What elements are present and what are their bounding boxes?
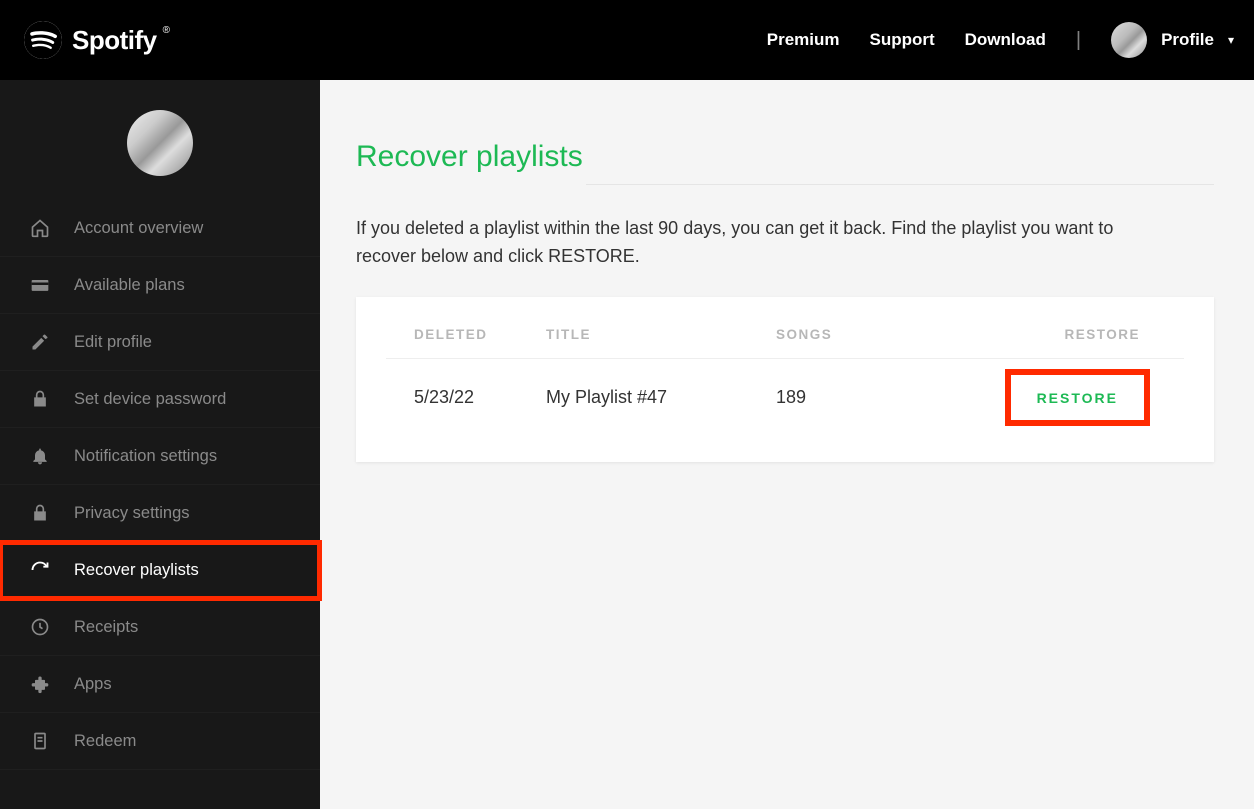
col-header-songs: SONGS (776, 327, 976, 342)
playlists-table: DELETED TITLE SONGS RESTORE 5/23/22 My P… (356, 297, 1214, 462)
sidebar-item-label: Privacy settings (74, 504, 190, 523)
receipt-icon (30, 731, 50, 751)
cell-restore: RESTORE (976, 379, 1184, 416)
sidebar-item-label: Notification settings (74, 447, 217, 466)
sidebar-item-receipts[interactable]: Receipts (0, 599, 320, 656)
sidebar-item-notification-settings[interactable]: Notification settings (0, 428, 320, 485)
sidebar-item-label: Available plans (74, 276, 185, 295)
nav-divider: | (1076, 29, 1081, 52)
table-row: 5/23/22 My Playlist #47 189 RESTORE (386, 379, 1184, 416)
sidebar-item-edit-profile[interactable]: Edit profile (0, 314, 320, 371)
avatar-large[interactable] (127, 110, 193, 176)
main-content: Recover playlists If you deleted a playl… (320, 80, 1254, 809)
restore-highlight: RESTORE (1015, 379, 1140, 416)
lock-icon (30, 503, 50, 523)
avatar (1111, 22, 1147, 58)
sidebar-item-label: Set device password (74, 390, 226, 409)
chevron-down-icon: ▾ (1228, 33, 1234, 47)
sidebar-item-redeem[interactable]: Redeem (0, 713, 320, 770)
table-header-divider (386, 358, 1184, 359)
sidebar-item-label: Recover playlists (74, 561, 199, 580)
sidebar-item-label: Apps (74, 675, 112, 694)
card-icon (30, 275, 50, 295)
cell-title: My Playlist #47 (546, 387, 776, 408)
top-header: Spotify ® Premium Support Download | Pro… (0, 0, 1254, 80)
spotify-logo[interactable]: Spotify ® (24, 21, 174, 59)
page-title: Recover playlists (356, 140, 1214, 174)
title-divider (586, 184, 1214, 185)
refresh-icon (30, 560, 50, 580)
trademark-symbol: ® (163, 25, 170, 36)
lock-icon (30, 389, 50, 409)
header-nav: Premium Support Download | Profile ▾ (767, 22, 1234, 58)
spotify-icon (24, 21, 62, 59)
clock-icon (30, 617, 50, 637)
home-icon (30, 218, 50, 238)
pencil-icon (30, 332, 50, 352)
sidebar-item-label: Redeem (74, 732, 136, 751)
puzzle-icon (30, 674, 50, 694)
bell-icon (30, 446, 50, 466)
sidebar-item-set-device-password[interactable]: Set device password (0, 371, 320, 428)
sidebar-item-label: Edit profile (74, 333, 152, 352)
nav-support[interactable]: Support (869, 30, 934, 50)
sidebar-item-apps[interactable]: Apps (0, 656, 320, 713)
col-header-title: TITLE (546, 327, 776, 342)
sidebar-item-privacy-settings[interactable]: Privacy settings (0, 485, 320, 542)
nav-premium[interactable]: Premium (767, 30, 840, 50)
nav-download[interactable]: Download (965, 30, 1046, 50)
sidebar-item-available-plans[interactable]: Available plans (0, 257, 320, 314)
cell-deleted: 5/23/22 (386, 387, 546, 408)
restore-button[interactable]: RESTORE (1033, 380, 1122, 416)
sidebar: Account overview Available plans Edit pr… (0, 80, 320, 809)
profile-label: Profile (1161, 30, 1214, 50)
sidebar-item-label: Receipts (74, 618, 138, 637)
intro-text: If you deleted a playlist within the las… (356, 215, 1156, 271)
col-header-deleted: DELETED (386, 327, 546, 342)
table-header: DELETED TITLE SONGS RESTORE (386, 327, 1184, 358)
col-header-restore: RESTORE (976, 327, 1184, 342)
sidebar-item-recover-playlists[interactable]: Recover playlists (0, 542, 320, 599)
profile-menu[interactable]: Profile ▾ (1111, 22, 1234, 58)
cell-songs: 189 (776, 387, 976, 408)
sidebar-item-label: Account overview (74, 219, 203, 238)
brand-name: Spotify (72, 25, 157, 56)
sidebar-item-account-overview[interactable]: Account overview (0, 200, 320, 257)
